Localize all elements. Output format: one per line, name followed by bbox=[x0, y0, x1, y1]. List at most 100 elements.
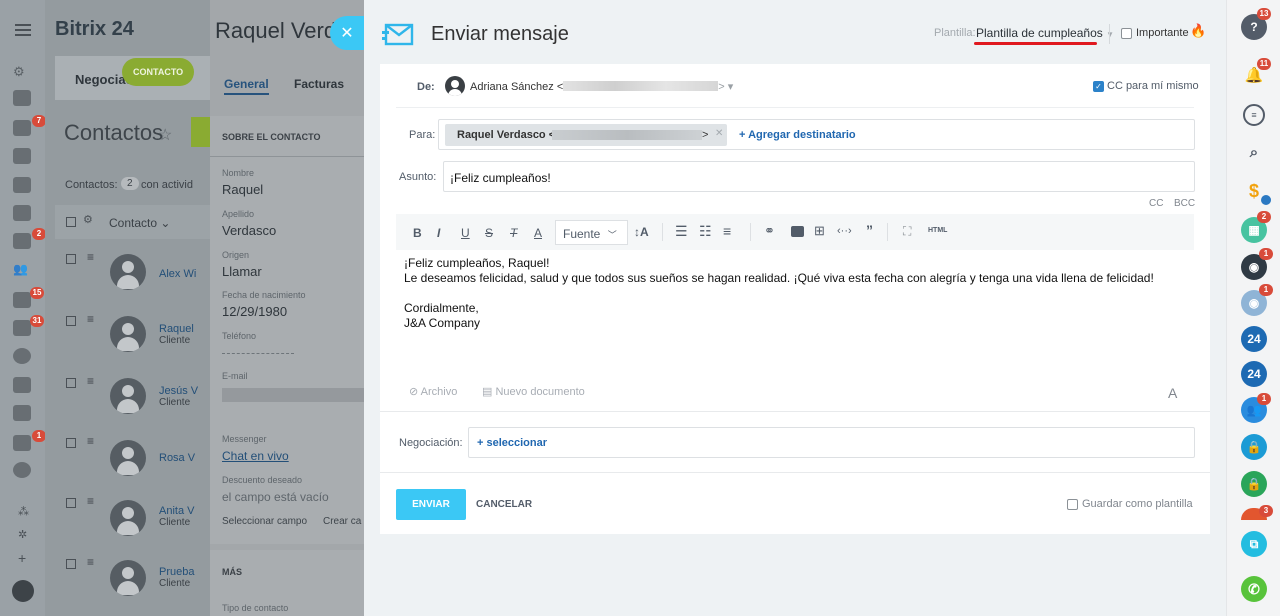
card-tab-facturas[interactable]: Facturas bbox=[294, 77, 344, 91]
table-row[interactable]: ≡ Raquel Cliente bbox=[55, 306, 210, 366]
cc-self-checkbox[interactable]: ✓ bbox=[1093, 81, 1104, 92]
to-field[interactable]: Raquel Verdasco < > ✕ + Agregar destinat… bbox=[438, 119, 1195, 150]
new-document-button[interactable]: ▤ Nuevo documento bbox=[482, 385, 585, 398]
close-slider-button[interactable]: ✕ bbox=[330, 16, 364, 50]
search-icon[interactable]: ⌕ bbox=[1241, 139, 1267, 165]
chat-bubble-icon[interactable]: ≡ bbox=[1243, 104, 1265, 126]
row-menu-icon[interactable]: ≡ bbox=[87, 374, 94, 388]
bitrix24-icon[interactable]: 24 bbox=[1241, 361, 1267, 387]
bitrix24-icon[interactable]: 24 bbox=[1241, 326, 1267, 352]
robot-icon[interactable] bbox=[13, 435, 31, 451]
row-checkbox[interactable] bbox=[66, 254, 76, 264]
add-recipient-button[interactable]: + Agregar destinatario bbox=[739, 129, 856, 141]
cart-icon[interactable] bbox=[13, 377, 31, 393]
contacts-icon[interactable] bbox=[13, 405, 31, 421]
tasks-icon[interactable]: ⚙ bbox=[13, 64, 31, 80]
card-tab-general[interactable]: General bbox=[224, 77, 269, 95]
lock-icon[interactable]: 🔒 bbox=[1241, 434, 1267, 460]
clear-format-button[interactable]: T bbox=[510, 226, 517, 240]
sitemap-icon[interactable]: ⁂ bbox=[18, 505, 29, 518]
settings-icon[interactable]: ✲ bbox=[18, 528, 27, 541]
target-icon[interactable] bbox=[13, 348, 31, 364]
table-row[interactable]: ≡ Prueba Cliente bbox=[55, 546, 210, 606]
hamburger-icon[interactable] bbox=[15, 24, 31, 36]
save-template-label[interactable]: Guardar como plantilla bbox=[1082, 498, 1193, 510]
docs-icon[interactable] bbox=[13, 177, 31, 193]
more-icon[interactable] bbox=[13, 462, 31, 478]
format-toggle-button[interactable]: A bbox=[1168, 385, 1177, 401]
contact-name[interactable]: Alex Wi bbox=[159, 268, 196, 280]
italic-button[interactable]: I bbox=[437, 226, 440, 240]
contact-name[interactable]: Prueba bbox=[159, 566, 194, 578]
table-row[interactable]: ≡ Anita V Cliente bbox=[55, 486, 210, 546]
contact-name[interactable]: Jesús V bbox=[159, 385, 198, 397]
row-checkbox[interactable] bbox=[66, 438, 76, 448]
html-button[interactable]: HTML bbox=[928, 227, 947, 234]
row-checkbox[interactable] bbox=[66, 498, 76, 508]
table-row[interactable]: ≡ Rosa V bbox=[55, 426, 210, 486]
contact-name[interactable]: Raquel bbox=[159, 323, 194, 335]
contact-name[interactable]: Anita V bbox=[159, 505, 194, 517]
contact-tab[interactable]: CONTACTO bbox=[122, 58, 195, 86]
row-checkbox[interactable] bbox=[66, 559, 76, 569]
groups-icon[interactable]: 👥 bbox=[13, 262, 31, 278]
plus-icon[interactable]: + bbox=[18, 550, 26, 566]
table-row[interactable]: ≡ Jesús V Cliente bbox=[55, 366, 210, 426]
feed-icon[interactable] bbox=[13, 90, 31, 106]
template-select[interactable]: Plantilla de cumpleaños ▼ bbox=[976, 26, 1114, 40]
text-color-button[interactable]: A bbox=[534, 226, 542, 240]
select-all-checkbox[interactable] bbox=[66, 217, 76, 227]
table-row[interactable]: ≡ Alex Wi bbox=[55, 246, 210, 306]
lock-green-icon[interactable]: 🔒 bbox=[1241, 471, 1267, 497]
important-label[interactable]: Importante bbox=[1136, 27, 1189, 39]
cc-self-label[interactable]: CC para mí mismo bbox=[1107, 80, 1199, 92]
message-body[interactable]: ¡Feliz cumpleaños, Raquel! Le deseamos f… bbox=[404, 256, 1190, 376]
row-checkbox[interactable] bbox=[66, 378, 76, 388]
deal-field[interactable]: + seleccionar bbox=[468, 427, 1195, 458]
recipient-chip[interactable]: Raquel Verdasco < > ✕ bbox=[445, 124, 727, 146]
send-button[interactable]: ENVIAR bbox=[396, 489, 466, 520]
contact-name[interactable]: Rosa V bbox=[159, 452, 195, 464]
attach-file-button[interactable]: ⊘ Archivo bbox=[409, 385, 457, 398]
star-icon[interactable]: ☆ bbox=[158, 125, 172, 145]
chat-icon[interactable] bbox=[13, 120, 31, 136]
font-size-icon[interactable]: ↕A bbox=[634, 225, 649, 239]
tasks-check-icon[interactable] bbox=[13, 292, 31, 308]
remove-recipient-icon[interactable]: ✕ bbox=[715, 128, 723, 139]
quote-icon[interactable]: ” bbox=[866, 222, 873, 238]
bullet-list-icon[interactable]: ☷ bbox=[699, 223, 712, 240]
underline-button[interactable]: U bbox=[461, 226, 470, 240]
gear-icon[interactable]: ⚙ bbox=[83, 213, 93, 226]
mail-icon[interactable] bbox=[13, 233, 31, 249]
row-menu-icon[interactable]: ≡ bbox=[87, 312, 94, 326]
fullscreen-icon[interactable]: ⛶ bbox=[903, 224, 911, 239]
font-select[interactable]: Fuente ﹀ bbox=[555, 220, 628, 245]
strike-button[interactable]: S bbox=[485, 226, 493, 240]
row-menu-icon[interactable]: ≡ bbox=[87, 434, 94, 448]
calendar-icon[interactable] bbox=[13, 148, 31, 164]
row-checkbox[interactable] bbox=[66, 316, 76, 326]
important-checkbox[interactable] bbox=[1121, 28, 1132, 39]
crm-filter-icon[interactable] bbox=[13, 320, 31, 336]
subject-input[interactable]: ¡Feliz cumpleaños! bbox=[443, 161, 1195, 192]
row-menu-icon[interactable]: ≡ bbox=[87, 494, 94, 508]
cancel-button[interactable]: CANCELAR bbox=[476, 499, 532, 510]
image-icon[interactable] bbox=[791, 226, 804, 237]
link-icon[interactable]: ⚭ bbox=[764, 223, 775, 239]
table-icon[interactable]: ⊞ bbox=[814, 223, 825, 239]
row-menu-icon[interactable]: ≡ bbox=[87, 250, 94, 264]
add-button-edge[interactable] bbox=[191, 117, 210, 147]
phone-icon[interactable]: ✆ bbox=[1241, 576, 1267, 602]
code-icon[interactable]: ‹··› bbox=[837, 225, 852, 237]
row-menu-icon[interactable]: ≡ bbox=[87, 555, 94, 569]
drive-icon[interactable] bbox=[13, 205, 31, 221]
bcc-link[interactable]: BCC bbox=[1174, 198, 1195, 209]
from-selector[interactable]: Adriana Sánchez < > ▾ bbox=[470, 80, 733, 93]
column-header[interactable]: Contacto ⌄ bbox=[109, 216, 170, 230]
bold-button[interactable]: B bbox=[413, 226, 422, 240]
select-field-link[interactable]: Seleccionar campo bbox=[222, 516, 307, 527]
create-field-link[interactable]: Crear ca bbox=[323, 516, 361, 527]
ordered-list-icon[interactable]: ☰ bbox=[675, 223, 688, 240]
messenger-link[interactable]: Chat en vivo bbox=[222, 449, 289, 463]
cc-link[interactable]: CC bbox=[1149, 198, 1163, 209]
